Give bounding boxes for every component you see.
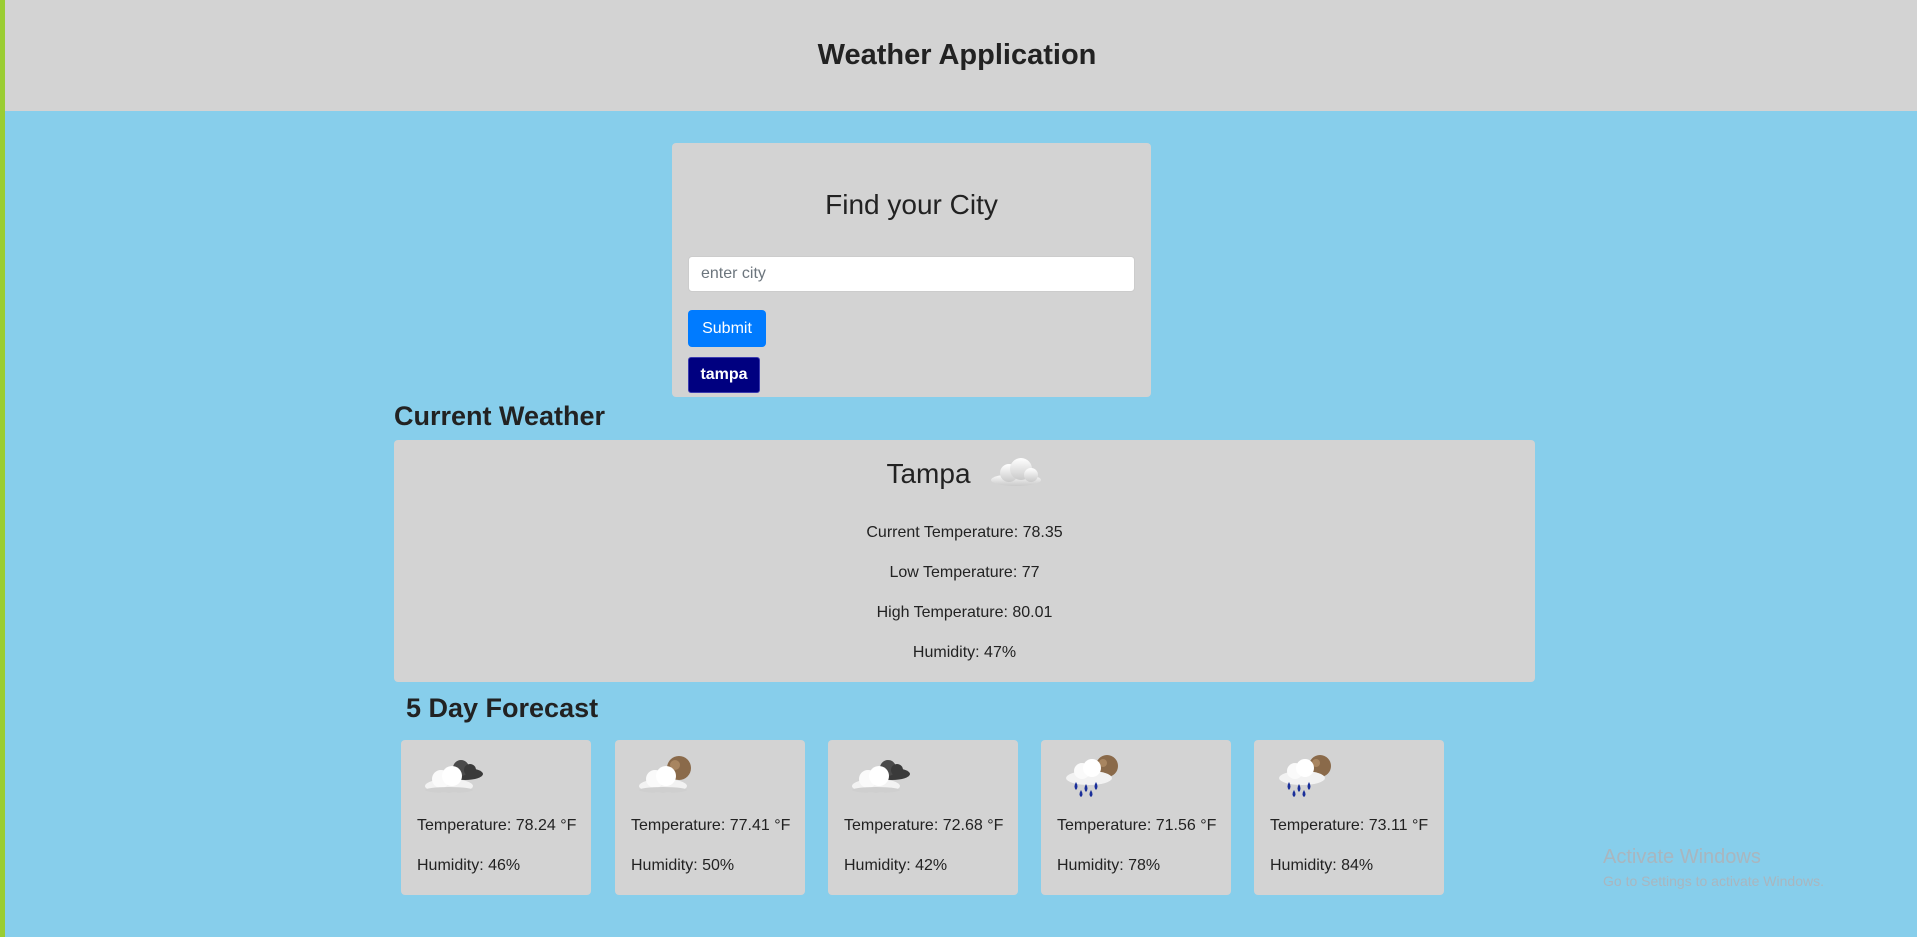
- forecast-temperature: Temperature: 71.56 °F: [1057, 817, 1217, 834]
- broken-clouds-icon: [848, 752, 914, 803]
- history-city-button[interactable]: tampa: [688, 357, 760, 393]
- forecast-humidity: Humidity: 50%: [631, 857, 735, 874]
- forecast-title: 5 Day Forecast: [406, 693, 599, 723]
- activate-windows-watermark: Activate Windows Go to Settings to activ…: [1603, 846, 1824, 889]
- city-search-input[interactable]: [688, 256, 1135, 292]
- current-city-name: Tampa: [886, 457, 971, 489]
- app-title: Weather Application: [817, 39, 1097, 71]
- forecast-humidity: Humidity: 46%: [417, 857, 521, 874]
- forecast-card: Temperature: 73.11 °F Humidity: 84%: [1254, 740, 1444, 895]
- low-temperature: Low Temperature: 77: [889, 564, 1040, 581]
- forecast-card: Temperature: 77.41 °F Humidity: 50%: [615, 740, 805, 895]
- forecast-temperature: Temperature: 77.41 °F: [631, 817, 791, 834]
- current-weather-title: Current Weather: [394, 401, 606, 431]
- forecast-humidity: Humidity: 42%: [844, 857, 948, 874]
- current-temperature: Current Temperature: 78.35: [866, 524, 1063, 541]
- forecast-temperature: Temperature: 72.68 °F: [844, 817, 1004, 834]
- forecast-humidity: Humidity: 84%: [1270, 857, 1374, 874]
- high-temperature: High Temperature: 80.01: [876, 604, 1053, 621]
- watermark-line-1: Activate Windows: [1603, 846, 1761, 868]
- forecast-card: Temperature: 71.56 °F Humidity: 78%: [1041, 740, 1231, 895]
- submit-button[interactable]: Submit: [688, 310, 766, 347]
- cloud-icon: [989, 454, 1043, 493]
- rain-night-icon: [1061, 752, 1127, 803]
- forecast-humidity: Humidity: 78%: [1057, 857, 1161, 874]
- current-humidity: Humidity: 47%: [912, 644, 1017, 661]
- search-heading: Find your City: [825, 189, 998, 220]
- watermark-line-2: Go to Settings to activate Windows.: [1603, 873, 1824, 889]
- current-weather-header: Tampa: [394, 454, 1535, 493]
- forecast-card: Temperature: 72.68 °F Humidity: 42%: [828, 740, 1018, 895]
- broken-clouds-icon: [421, 752, 487, 803]
- current-weather-card: Tampa Current Temperature: 78.35 Low Tem…: [394, 440, 1535, 682]
- forecast-card: Temperature: 78.24 °F Humidity: 46%: [401, 740, 591, 895]
- search-card: Find your City Submit tampa: [672, 143, 1151, 397]
- forecast-temperature: Temperature: 73.11 °F: [1270, 817, 1429, 834]
- window-bottom-edge: [0, 937, 1917, 941]
- forecast-temperature: Temperature: 78.24 °F: [417, 817, 577, 834]
- partly-cloudy-night-icon: [635, 752, 701, 803]
- rain-night-icon: [1274, 752, 1340, 803]
- app-header: Weather Application: [5, 0, 1917, 111]
- page: Weather Application Find your City Submi…: [5, 0, 1917, 941]
